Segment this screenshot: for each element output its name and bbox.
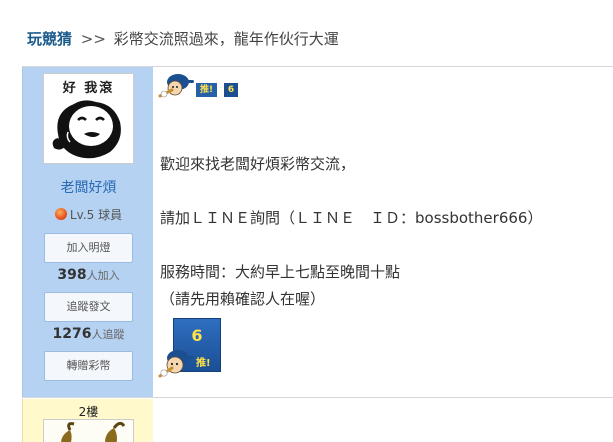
post-content: 推! 6 歡迎來找老闆好煩彩幣交流， 請加ＬＩＮＥ詢問（ＬＩＮＥ ＩＤ：boss…: [153, 67, 613, 397]
avatar[interactable]: 好 我滾: [43, 73, 134, 164]
author-sidebar: 好 我滾 老闆好煩 Lv.5 球員 加入明燈 398人加入 追蹤發文 1276人…: [22, 67, 153, 397]
level-value: Lv.5: [69, 208, 95, 222]
author-level: Lv.5 球員: [23, 206, 154, 223]
post-line-1: 歡迎來找老闆好煩彩幣交流，: [160, 155, 356, 173]
track-count-suffix: 人追蹤: [91, 328, 125, 341]
push-badge-small[interactable]: 推! 6: [158, 72, 240, 98]
push-count: 6: [224, 83, 238, 97]
push-label: 推!: [196, 83, 218, 97]
breadcrumb: 玩競猜 >> 彩幣交流照過來，龍年作伙行大運: [27, 28, 339, 49]
author-sidebar-floor-2: 2樓: [22, 399, 153, 442]
floor-number: 2樓: [78, 405, 99, 419]
baseball-mascot-icon: [158, 74, 194, 98]
crab-avatar-icon: [61, 421, 126, 442]
avatar[interactable]: [43, 419, 134, 442]
push-button-count: 6: [191, 326, 203, 345]
push-button-label: 推!: [196, 358, 211, 369]
orange-ball-icon: [54, 208, 67, 220]
post-floor-1: 好 我滾 老闆好煩 Lv.5 球員 加入明燈 398人加入 追蹤發文 1276人…: [22, 66, 613, 398]
post-content-floor-2: [153, 399, 613, 442]
track-count: 1276人追蹤: [23, 326, 154, 342]
post-line-2: 請加ＬＩＮＥ詢問（ＬＩＮＥ ＩＤ：bossbother666）: [160, 209, 543, 227]
follow-count-value: 398: [57, 267, 87, 283]
baseball-mascot-icon: [158, 350, 194, 378]
meme-face-icon: [52, 100, 121, 159]
follow-count-suffix: 人加入: [86, 269, 120, 282]
post-line-3: 服務時間：大約早上七點至晚間十點: [160, 263, 401, 281]
gift-coins-button[interactable]: 轉贈彩幣: [44, 351, 133, 381]
track-count-value: 1276: [52, 326, 92, 342]
breadcrumb-home-link[interactable]: 玩競猜: [27, 30, 72, 48]
page-title: 彩幣交流照過來，龍年作伙行大運: [113, 30, 339, 48]
track-button[interactable]: 追蹤發文: [44, 292, 133, 322]
follow-count: 398人加入: [23, 267, 154, 283]
author-username[interactable]: 老闆好煩: [23, 177, 154, 197]
breadcrumb-separator: >>: [80, 30, 106, 48]
push-button[interactable]: 6 推!: [158, 318, 228, 382]
follow-button[interactable]: 加入明燈: [44, 233, 133, 263]
post-line-4: （請先用賴確認人在喔）: [160, 290, 326, 308]
rank-label: 球員: [98, 208, 123, 222]
